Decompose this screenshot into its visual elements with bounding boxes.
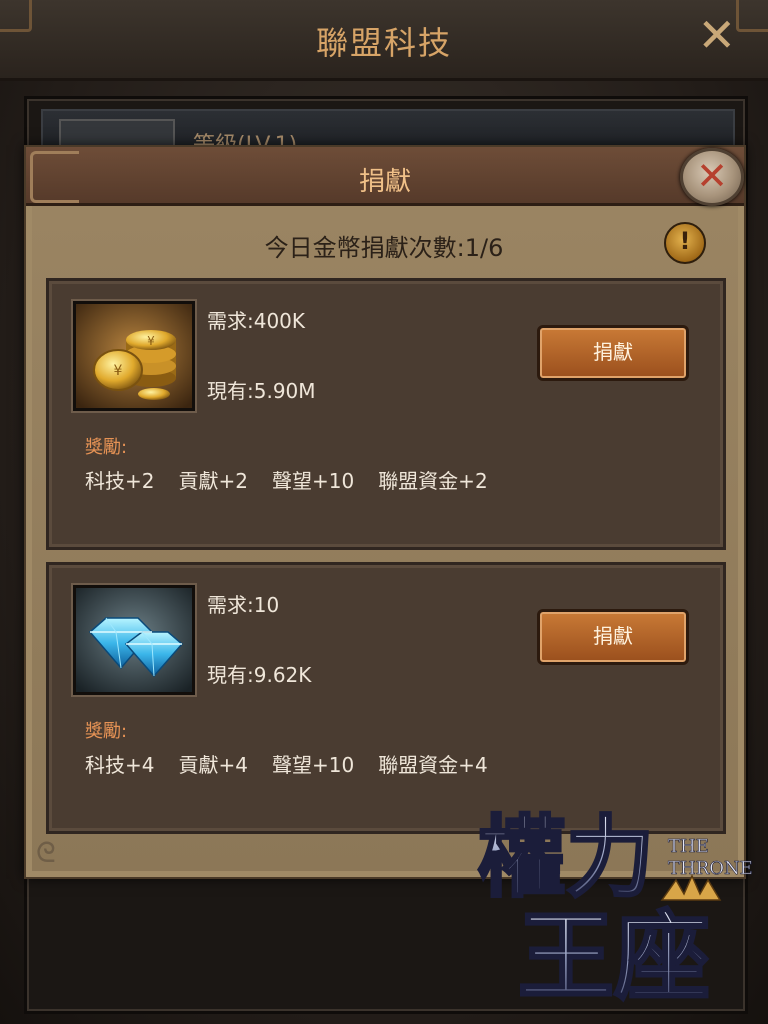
reward-alliance-funds: 聯盟資金+4 [378, 753, 488, 777]
game-screen: 聯盟科技 ✕ 等級(LV.1) 捐獻 ✕ 今日金幣捐獻次數:1/6 ! [0, 0, 768, 1024]
donate-diamond-button[interactable]: 捐獻 [537, 609, 689, 665]
reward-contribution: 貢獻+4 [178, 753, 248, 777]
svg-text:¥: ¥ [114, 363, 123, 379]
reward-prestige: 聲望+10 [271, 469, 355, 493]
scroll-ornament: ᘓ [36, 836, 56, 869]
svg-text:王座: 王座 [518, 900, 710, 1010]
svg-text:權力: 權力 [478, 805, 654, 909]
svg-text:THRONE: THRONE [668, 858, 753, 879]
top-title-bar: 聯盟科技 ✕ [0, 0, 768, 81]
close-icon: ✕ [696, 154, 728, 198]
reward-tech: 科技+4 [85, 753, 155, 777]
donate-gold-button[interactable]: 捐獻 [537, 325, 689, 381]
reward-list: 科技+4 貢獻+4 聲望+10 聯盟資金+4 [85, 749, 512, 778]
requirement-text: 需求:400K [207, 309, 306, 333]
dialog-header: 捐獻 [26, 147, 744, 206]
reward-prestige: 聲望+10 [271, 753, 355, 777]
diamond-icon [73, 585, 195, 695]
game-logo: 權力 王座 THE THRONE [470, 800, 766, 1015]
info-button[interactable]: ! [664, 222, 706, 264]
dialog-title: 捐獻 [358, 167, 411, 197]
owned-text: 現有:9.62K [207, 663, 312, 687]
reward-list: 科技+2 貢獻+2 聲望+10 聯盟資金+2 [85, 465, 512, 494]
dialog-close-button[interactable]: ✕ [680, 148, 744, 206]
exclamation-icon: ! [679, 227, 691, 255]
donation-card-gold: ¥ ¥ 需求:400K 現有:5.90M 捐獻 獎勵: 科技+2 貢獻+2 聲望… [46, 278, 726, 550]
reward-heading: 獎勵: [85, 437, 128, 458]
reward-heading: 獎勵: [85, 721, 128, 742]
reward-contribution: 貢獻+2 [178, 469, 248, 493]
daily-donation-count: 今日金幣捐獻次數:1/6 [264, 234, 504, 262]
gold-coins-icon: ¥ ¥ [73, 301, 195, 411]
reward-alliance-funds: 聯盟資金+2 [378, 469, 488, 493]
donation-card-diamond: 需求:10 現有:9.62K 捐獻 獎勵: 科技+4 貢獻+4 聲望+10 聯盟… [46, 562, 726, 834]
page-title: 聯盟科技 [315, 24, 452, 62]
reward-tech: 科技+2 [85, 469, 155, 493]
owned-text: 現有:5.90M [207, 379, 316, 403]
requirement-text: 需求:10 [207, 593, 280, 617]
top-right-ornament [736, 0, 768, 32]
svg-text:¥: ¥ [147, 334, 155, 348]
close-icon[interactable]: ✕ [697, 12, 736, 58]
svg-text:THE: THE [668, 836, 709, 857]
